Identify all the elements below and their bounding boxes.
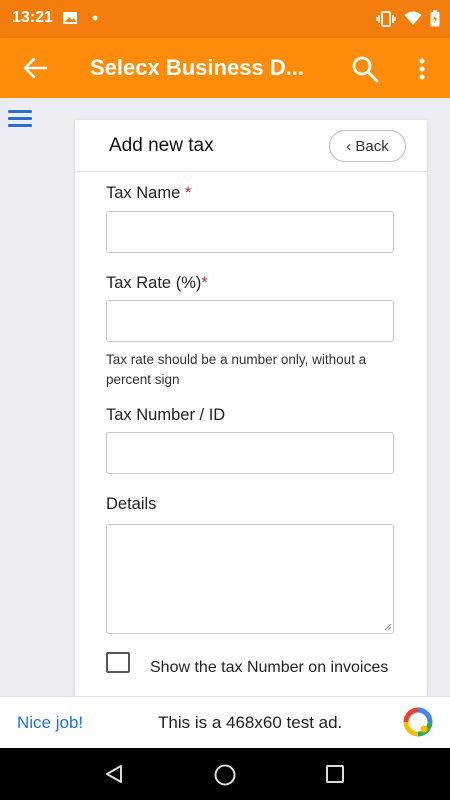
tax-rate-input[interactable] — [106, 300, 394, 342]
nav-recents-icon[interactable] — [325, 764, 345, 784]
back-button[interactable]: ‹ Back — [329, 130, 406, 162]
ad-nice-job-text: Nice job! — [17, 713, 84, 732]
app-bar: Selecx Business D... — [0, 38, 450, 98]
tax-rate-help-text: Tax rate should be a number only, withou… — [106, 352, 367, 387]
add-tax-card: Add new tax ‹ Back Tax Name * Tax Rate (… — [75, 120, 427, 696]
card-header: Add new tax ‹ Back — [75, 120, 427, 172]
show-tax-number-label: Show the tax Number on invoices — [150, 659, 389, 676]
details-textarea[interactable] — [106, 524, 394, 634]
resize-grip-icon[interactable] — [384, 623, 392, 631]
ad-text: This is a 468x60 test ad. — [158, 713, 343, 732]
main-content: Add new tax ‹ Back Tax Name * Tax Rate (… — [0, 98, 450, 696]
wifi-icon — [404, 11, 422, 25]
vibrate-icon — [376, 10, 396, 27]
image-icon — [63, 12, 77, 24]
app-title: Selecx Business D... — [90, 55, 304, 80]
details-label: Details — [106, 495, 157, 513]
hamburger-menu-icon[interactable] — [8, 110, 32, 130]
ad-choices-logo-icon[interactable] — [403, 707, 433, 737]
battery-charging-icon — [430, 10, 440, 27]
tax-name-input[interactable] — [106, 211, 394, 253]
tax-number-label: Tax Number / ID — [106, 406, 226, 424]
page-title: Add new tax — [109, 135, 214, 156]
tax-rate-label: Tax Rate (%)* — [106, 274, 208, 292]
system-nav-bar — [0, 748, 450, 800]
ad-banner[interactable]: Nice job! This is a 468x60 test ad. — [0, 696, 450, 748]
show-tax-number-checkbox[interactable] — [106, 652, 130, 673]
tax-name-label: Tax Name * — [106, 184, 192, 202]
required-mark: * — [201, 274, 208, 292]
nav-home-icon[interactable] — [213, 763, 237, 787]
back-arrow-icon[interactable] — [20, 54, 50, 82]
required-mark: * — [184, 184, 192, 202]
search-icon[interactable] — [350, 54, 380, 84]
dot-icon — [92, 15, 98, 21]
status-bar: 13:21 — [0, 0, 450, 38]
status-time: 13:21 — [12, 9, 53, 26]
nav-back-icon[interactable] — [103, 763, 125, 785]
more-vert-icon[interactable] — [410, 54, 434, 84]
tax-number-input[interactable] — [106, 432, 394, 474]
